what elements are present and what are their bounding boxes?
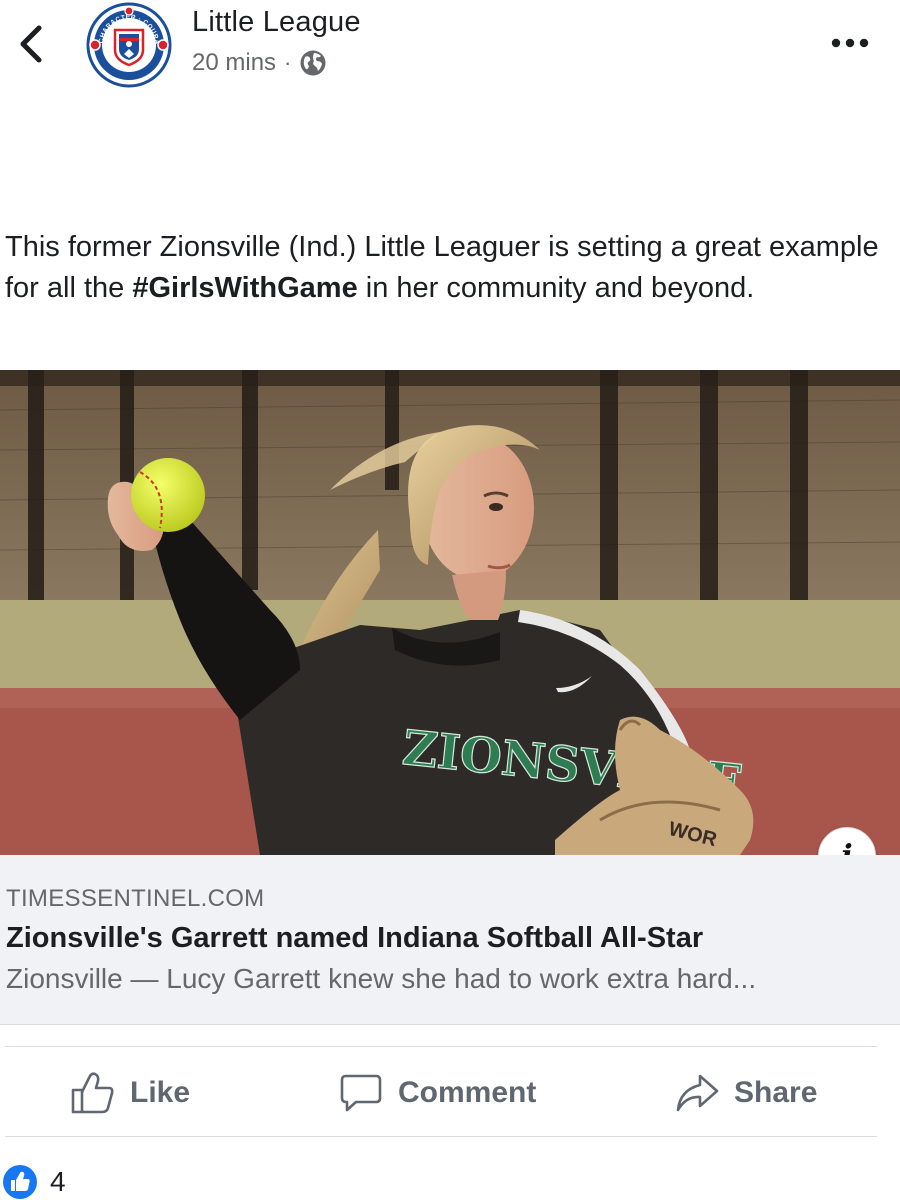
more-horizontal-icon xyxy=(831,38,869,48)
facebook-post-view: CHARACTER · COURAGE LOYALTY Little Leagu… xyxy=(0,0,900,1200)
share-label: Share xyxy=(734,1076,818,1109)
link-domain: TIMESSENTINEL.COM xyxy=(6,885,265,912)
share-button[interactable]: Share xyxy=(674,1068,817,1118)
divider-top xyxy=(5,1046,877,1047)
like-button[interactable]: Like xyxy=(70,1068,190,1118)
link-title: Zionsville's Garrett named Indiana Softb… xyxy=(6,922,704,954)
little-league-logo: CHARACTER · COURAGE LOYALTY xyxy=(83,0,172,88)
page-avatar[interactable]: CHARACTER · COURAGE LOYALTY xyxy=(83,0,172,88)
post-text-after: in her community and beyond. xyxy=(357,272,755,304)
globe-icon xyxy=(300,50,326,76)
post-timestamp[interactable]: 20 mins xyxy=(192,49,276,77)
post-text: This former Zionsville (Ind.) Little Lea… xyxy=(5,227,885,309)
post-header: CHARACTER · COURAGE LOYALTY Little Leagu… xyxy=(0,0,900,100)
hashtag-link[interactable]: #GirlsWithGame xyxy=(132,272,357,304)
like-label: Like xyxy=(130,1076,191,1109)
link-preview-card[interactable]: TIMESSENTINEL.COM Zionsville's Garrett n… xyxy=(0,855,900,1025)
chevron-left-icon xyxy=(20,25,42,63)
back-button[interactable] xyxy=(14,22,48,66)
link-description: Zionsville — Lucy Garrett knew she had t… xyxy=(6,963,757,994)
meta-separator: · xyxy=(284,50,292,75)
more-options-button[interactable] xyxy=(828,28,872,58)
divider-bottom xyxy=(5,1136,877,1137)
page-name[interactable]: Little League xyxy=(192,6,361,39)
thumbs-up-icon xyxy=(3,1165,37,1199)
thumbs-up-outline-icon xyxy=(71,1072,114,1114)
comment-label: Comment xyxy=(398,1076,537,1109)
share-icon xyxy=(676,1074,719,1112)
softball-pitcher-photo: ZIONSVILLE WOR xyxy=(0,370,900,855)
reactions-summary[interactable]: 4 xyxy=(2,1162,66,1200)
post-meta: 20 mins · xyxy=(192,47,327,79)
link-image[interactable]: ZIONSVILLE WOR xyxy=(0,370,900,855)
post-actions: Like Comment Share xyxy=(0,1050,900,1136)
comment-icon xyxy=(340,1074,382,1112)
comment-button[interactable]: Comment xyxy=(338,1068,536,1118)
reaction-count: 4 xyxy=(50,1166,66,1197)
